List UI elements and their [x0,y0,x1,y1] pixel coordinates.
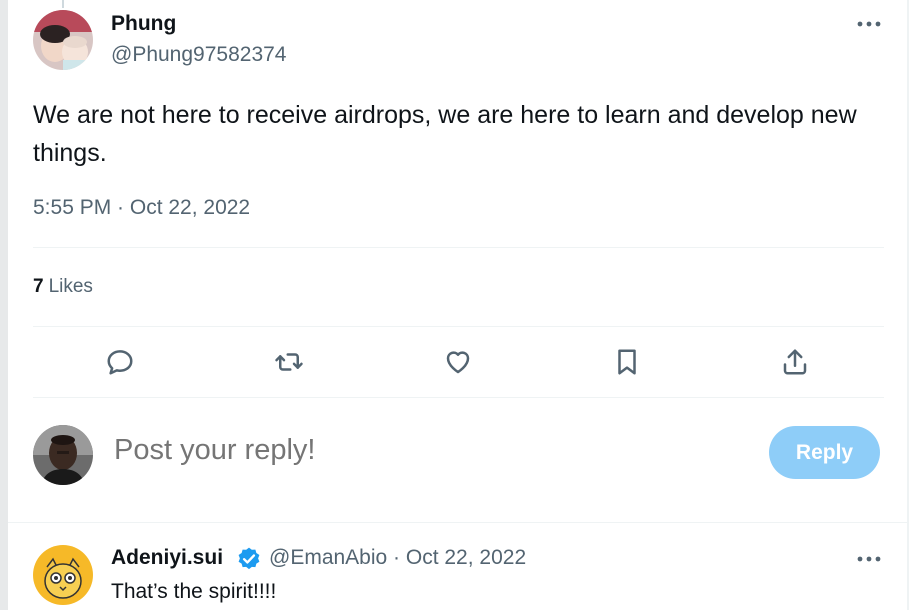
reply-author-name[interactable]: Adeniyi.sui [111,546,223,570]
more-horizontal-icon [857,556,881,562]
retweet-icon [275,353,303,371]
current-user-avatar[interactable] [33,425,93,485]
right-border [907,0,909,610]
divider [33,397,884,398]
more-options-button[interactable] [854,14,884,34]
share-action-button[interactable] [777,344,813,380]
author-handle[interactable]: @Phung97582374 [111,43,286,67]
author-avatar[interactable] [33,10,93,70]
left-border [0,0,8,610]
reply-action-button[interactable] [102,344,138,380]
share-icon [783,349,807,375]
tweet-detail-page: Phung @Phung97582374 We are not here to … [0,0,923,610]
likes-label: Likes [48,276,93,297]
divider [33,326,884,327]
reply-author-avatar[interactable] [33,545,93,605]
author-name[interactable]: Phung [111,12,176,36]
section-divider [8,522,907,523]
reply-input[interactable] [114,434,614,467]
reply-author-handle[interactable]: @EmanAbio · Oct 22, 2022 [269,546,526,570]
tweet-timestamp[interactable]: 5:55 PM · Oct 22, 2022 [33,196,250,220]
bookmark-action-button[interactable] [609,344,645,380]
likes-stat[interactable]: 7 Likes [33,276,93,298]
reply-more-options-button[interactable] [854,549,884,569]
bookmark-icon [618,349,636,375]
likes-count: 7 [33,276,44,297]
thread-connector-line [62,0,64,8]
reply-submit-button[interactable]: Reply [769,426,880,479]
like-action-button[interactable] [440,344,476,380]
divider [33,247,884,248]
verified-badge-icon [238,547,260,570]
retweet-action-button[interactable] [271,344,307,380]
more-horizontal-icon [857,21,881,27]
comment-icon [107,350,133,375]
tweet-text: We are not here to receive airdrops, we … [33,101,857,167]
heart-icon [446,351,470,374]
reply-text: That’s the spirit!!!! [111,580,277,603]
